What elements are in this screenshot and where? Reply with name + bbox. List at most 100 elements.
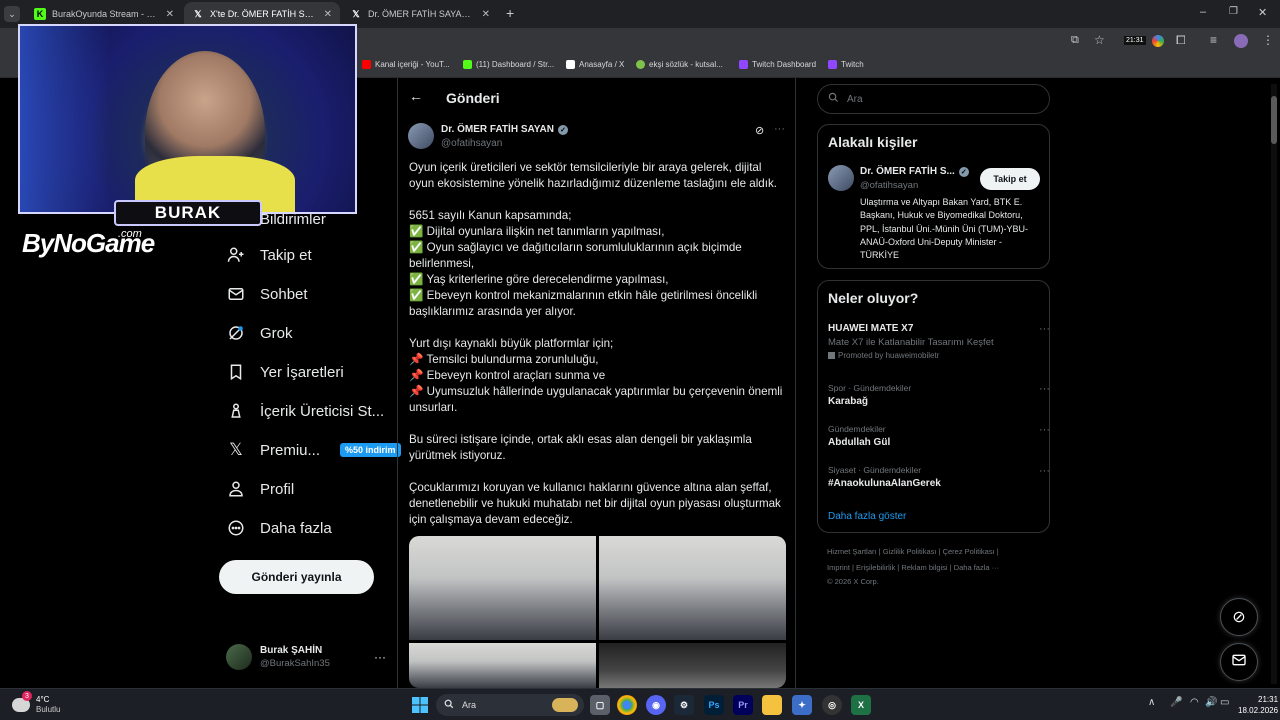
photoshop-icon[interactable]: Ps xyxy=(704,695,724,715)
grok-icon xyxy=(226,323,246,343)
premiere-icon[interactable]: Pr xyxy=(733,695,753,715)
show-more-link[interactable]: Daha fazla göster xyxy=(828,511,906,522)
clock-extension-badge[interactable]: 21:31 xyxy=(1124,36,1146,45)
cast-icon[interactable]: ⧉ xyxy=(1071,34,1079,47)
author-name-row[interactable]: Dr. ÖMER FATİH SAYAN ✓ xyxy=(441,124,568,135)
follow-button[interactable]: Takip et xyxy=(980,168,1040,190)
trend-item[interactable]: HUAWEI MATE X7 Mate X7 ile Katlanabilir … xyxy=(828,323,1050,360)
more-dots-icon[interactable]: ··· xyxy=(374,650,386,664)
more-dots-icon[interactable]: ··· xyxy=(774,123,785,135)
taskbar-search[interactable]: Ara xyxy=(436,694,584,716)
bookmark-youtube[interactable]: Kanal içeriği - YouT... xyxy=(362,60,450,69)
weather-widget[interactable]: 3 4°C Bulutlu xyxy=(12,691,60,715)
puzzle-icon[interactable]: ⧠ xyxy=(1176,33,1186,48)
twitch-icon xyxy=(739,60,748,69)
more-dots-icon[interactable]: ··· xyxy=(1039,424,1050,436)
nav-chat[interactable]: Sohbet xyxy=(226,284,308,304)
obs-icon[interactable]: ◎ xyxy=(822,695,842,715)
nav-creator-studio[interactable]: İçerik Üreticisi St... xyxy=(226,401,384,421)
post-column: ← Gönderi Dr. ÖMER FATİH SAYAN ✓ @ofatih… xyxy=(397,78,796,688)
scrollbar-thumb[interactable] xyxy=(1271,96,1277,144)
profile-avatar-icon[interactable] xyxy=(1234,34,1248,48)
more-dots-icon[interactable]: ··· xyxy=(1039,465,1050,477)
verified-badge-icon: ✓ xyxy=(958,166,969,177)
close-icon[interactable]: ✕ xyxy=(166,9,174,20)
extension-icon[interactable] xyxy=(1152,35,1164,47)
reading-list-icon[interactable]: ≡ xyxy=(1210,33,1217,47)
youtube-icon xyxy=(362,60,371,69)
bookmark-twitch[interactable]: Twitch xyxy=(828,60,864,69)
bookmark-kick-dashboard[interactable]: (11) Dashboard / Str... xyxy=(463,60,554,69)
post-button[interactable]: Gönderi yayınla xyxy=(219,560,374,594)
footer-copyright: © 2026 X Corp. xyxy=(827,577,879,586)
bookmark-twitch-dashboard[interactable]: Twitch Dashboard xyxy=(739,60,816,69)
more-dots-icon[interactable]: ··· xyxy=(1039,323,1050,335)
bookmark-eksi[interactable]: ekşi sözlük - kutsal... xyxy=(636,60,723,69)
battery-icon[interactable]: ▭ xyxy=(1220,697,1229,708)
omnibox[interactable] xyxy=(360,32,1060,52)
tab-x-post[interactable]: 𝕏 X'te Dr. ÖMER FATİH SAYAN: "O ✕ xyxy=(184,2,340,26)
kick-icon xyxy=(463,60,472,69)
messages-fab-button[interactable] xyxy=(1220,643,1258,681)
nav-premium[interactable]: 𝕏 Premiu... %50 indirim xyxy=(226,440,401,460)
add-person-icon xyxy=(226,245,246,265)
minimize-icon[interactable]: – xyxy=(1200,6,1206,18)
meeting-photo[interactable] xyxy=(599,536,786,640)
trend-item[interactable]: Siyaset · Gündemdekiler #AnaokulunaAlanG… xyxy=(828,465,1050,489)
meeting-photo[interactable] xyxy=(409,643,596,688)
nav-more[interactable]: Daha fazla xyxy=(226,518,332,538)
search-input[interactable]: Ara xyxy=(817,84,1050,114)
grok-icon: ⊘ xyxy=(1232,609,1246,626)
footer-links[interactable]: Imprint | Erişilebilirlik | Reklam bilgi… xyxy=(827,563,999,572)
new-tab-button[interactable]: + xyxy=(506,5,514,21)
excel-icon[interactable]: X xyxy=(851,695,871,715)
windows-start-icon[interactable] xyxy=(410,695,430,715)
scrollbar[interactable] xyxy=(1271,84,1277,684)
kebab-menu-icon[interactable]: ⋮ xyxy=(1262,33,1274,47)
kick-icon: K xyxy=(34,8,46,20)
trend-item[interactable]: Gündemdekiler Abdullah Gül ··· xyxy=(828,424,1050,448)
avatar[interactable] xyxy=(828,165,854,191)
post-media-grid[interactable] xyxy=(409,536,786,688)
footer-links[interactable]: Hizmet Şartları | Gizlilik Politikası | … xyxy=(827,547,999,556)
close-icon[interactable]: ✕ xyxy=(324,9,332,20)
discord-icon[interactable]: ◉ xyxy=(646,695,666,715)
nav-grok[interactable]: Grok xyxy=(226,323,293,343)
author-avatar[interactable] xyxy=(408,123,434,149)
meeting-photo[interactable] xyxy=(599,643,786,688)
volume-icon[interactable]: 🔊 xyxy=(1205,697,1217,708)
more-dots-icon[interactable]: ··· xyxy=(1039,383,1050,395)
post-paragraph: Oyun içerik üreticileri ve sektör temsil… xyxy=(409,161,777,190)
back-arrow-icon[interactable]: ← xyxy=(409,88,423,104)
task-view-icon[interactable]: ▢ xyxy=(590,695,610,715)
chrome-icon[interactable] xyxy=(617,695,637,715)
trend-item[interactable]: Spor · Gündemdekiler Karabağ ··· xyxy=(828,383,1050,407)
steam-icon[interactable]: ⚙ xyxy=(674,695,694,715)
search-icon xyxy=(828,92,839,106)
tab-x-profile[interactable]: 𝕏 Dr. ÖMER FATİH SAYAN (@ofat ✕ xyxy=(342,2,498,26)
meeting-photo[interactable] xyxy=(409,536,596,640)
close-icon[interactable]: ✕ xyxy=(482,9,490,20)
nav-profile[interactable]: Profil xyxy=(226,479,294,499)
tab-kick-stream[interactable]: K BurakOyunda Stream - Watch L ✕ xyxy=(26,2,182,26)
star-icon[interactable]: ☆ xyxy=(1094,33,1105,47)
microphone-icon[interactable]: 🎤 xyxy=(1170,697,1182,708)
grok-fab-button[interactable]: ⊘ xyxy=(1220,598,1258,636)
tab-list-chevron-icon[interactable]: ⌄ xyxy=(4,6,20,22)
nav-bookmarks[interactable]: Yer İşaretleri xyxy=(226,362,344,382)
file-explorer-icon[interactable] xyxy=(762,695,782,715)
clock[interactable]: 21:31 18.02.2026 xyxy=(1238,694,1278,716)
related-people-card: Alakalı kişiler Dr. ÖMER FATİH S... ✓ @o… xyxy=(817,124,1050,269)
streamer-name-plate: BURAK xyxy=(114,200,262,226)
chevron-up-icon[interactable]: ∧ xyxy=(1148,697,1155,708)
bookmark-icon xyxy=(226,362,246,382)
app-icon[interactable]: ✦ xyxy=(792,695,812,715)
bookmark-x-home[interactable]: Anasayfa / X xyxy=(566,60,624,69)
maximize-icon[interactable]: ❐ xyxy=(1229,6,1238,17)
account-switcher[interactable]: Burak ŞAHİN @BurakSahIn35 ··· xyxy=(226,641,386,673)
grok-icon[interactable]: ⊘ xyxy=(755,124,764,137)
related-person-name[interactable]: Dr. ÖMER FATİH S... ✓ xyxy=(860,166,969,177)
nav-follow[interactable]: Takip et xyxy=(226,245,312,265)
window-close-icon[interactable]: ✕ xyxy=(1258,6,1267,19)
wifi-icon[interactable]: ◠ xyxy=(1190,697,1199,708)
